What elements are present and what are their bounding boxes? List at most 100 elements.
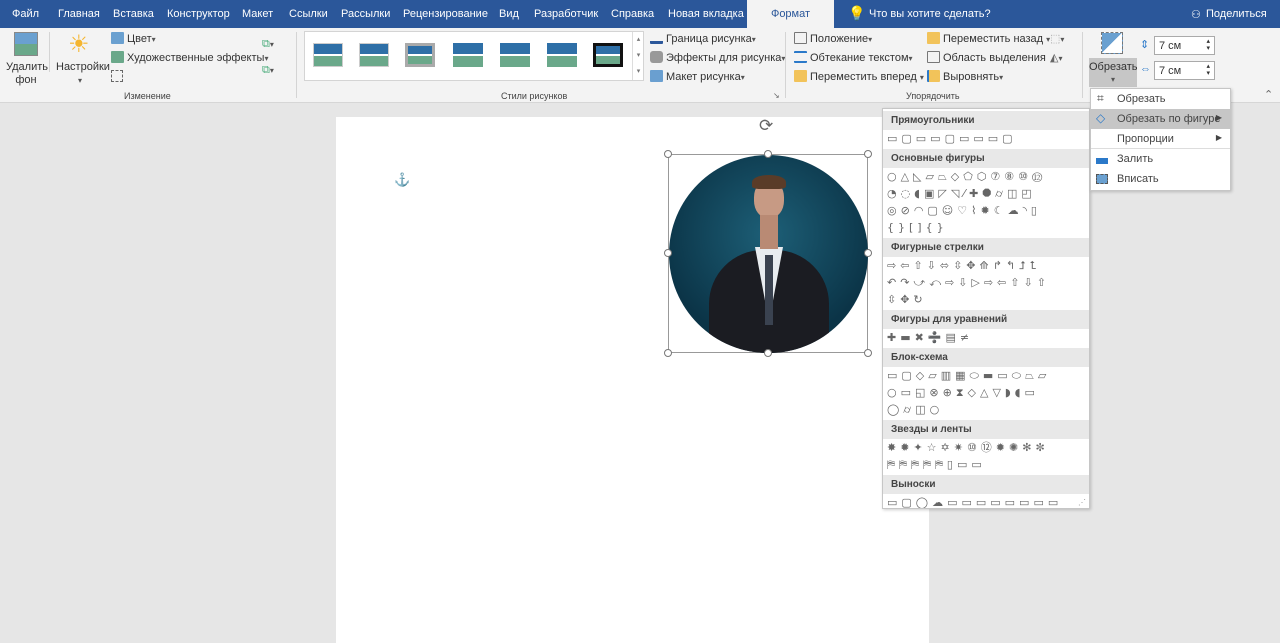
group-label-arrange: Упорядочить [906,91,960,101]
style-thumbnail[interactable] [593,43,623,67]
reset-picture-icon[interactable] [111,70,123,82]
fill-icon [1096,154,1108,164]
gallery-scroll[interactable]: ▴ ▾ ▾ [632,32,644,80]
cropped-circle-photo[interactable] [669,155,868,353]
layout-icon [650,70,663,82]
crop-to-shape-gallery: Прямоугольники ▭▢▭▭▢▭▭▭▢ Основные фигуры ○△… [882,108,1090,509]
bring-forward-icon [794,70,807,82]
style-thumbnail[interactable] [453,43,483,67]
width-icon: ⇔ [1140,63,1151,75]
share-button[interactable]: Поделиться [1206,8,1267,20]
send-backward-button[interactable]: Переместить назад ▾ [927,32,1050,45]
menu-item-aspect-ratio[interactable]: Пропорции ▶ [1091,129,1230,149]
fit-icon [1096,174,1108,184]
tab-11[interactable]: Новая вкладка [668,8,744,20]
tab-format[interactable]: Формат [747,0,834,28]
shape-row[interactable]: ○▭◱⊗⊕⧗◇△▽◗◖▭ [883,384,1089,401]
tab-0[interactable]: Файл [12,8,39,20]
anchor-icon: ⚓ [394,172,411,187]
tab-7[interactable]: Рецензирование [403,8,488,20]
value: 7 см [1159,65,1182,77]
shape-row[interactable]: ⇳✥↻ [883,291,1089,308]
label: Обрезать [1089,61,1138,73]
shape-row[interactable]: ◯⌭◫○ [883,401,1089,418]
remove-background-button[interactable]: Удалить фон [6,61,48,87]
picture-border-button[interactable]: Граница рисунка▾ [650,32,756,45]
shape-row[interactable]: ✚▬✖➗▤≠ [883,329,1089,346]
shape-row[interactable]: ▭▢▭▭▢▭▭▭▢ [883,130,1089,147]
shape-row[interactable]: ⇨⇦⇧⇩⬄⇳✥⟰↱↰⮥⮤ [883,257,1089,274]
sun-icon: ☀ [68,31,90,58]
label: Пропорции [1117,133,1174,145]
color-button[interactable]: Цвет▾ [111,32,156,45]
label: Область выделения [943,52,1046,64]
rotate-handle-icon[interactable]: ⟳ [759,116,773,136]
shape-section-header: Выноски [883,475,1089,494]
tell-me-search[interactable]: Что вы хотите сделать? [869,8,991,20]
shape-row[interactable]: ○△◺▱⏢◇⬠⬡⑦⑧⑩⑫ [883,168,1089,185]
resize-handle[interactable] [664,349,672,357]
tab-5[interactable]: Ссылки [289,8,328,20]
resize-handle[interactable] [664,150,672,158]
resize-handle[interactable] [664,249,672,257]
shape-row[interactable]: ✸✹✦☆✡✷⑩⑫✹✺✻✼ [883,439,1089,456]
rotate-icon[interactable]: ◭▾ [1050,51,1062,64]
align-button[interactable]: Выровнять▾ [927,70,1003,83]
menu-item-fill[interactable]: Залить [1091,149,1230,169]
position-button[interactable]: Положение▾ [794,32,872,45]
bring-forward-button[interactable]: Переместить вперед ▾ [794,70,924,83]
collapse-ribbon-icon[interactable]: ⌃ [1264,88,1273,101]
style-thumbnail[interactable] [405,43,435,67]
selection-pane-icon [927,51,940,63]
resize-handle[interactable] [864,249,872,257]
label: Удалить [6,61,48,73]
shape-row[interactable]: ◎⊘◠▢☺♡⌇✹☾☁◝▯ [883,202,1089,219]
tab-10[interactable]: Справка [611,8,654,20]
shape-row[interactable]: ▭▢◯☁▭▭▭▭▭▭▭▭ [883,494,1089,508]
resize-grip-icon[interactable]: ⋰ [1078,498,1086,507]
height-spinner[interactable]: 7 см ▴ ▾ [1154,36,1215,55]
style-thumbnail[interactable] [359,43,389,67]
shape-row[interactable]: ↶↷⤻⤺⇨⇩▷⇨⇦⇧⇩⇧ [883,274,1089,291]
shape-row[interactable]: ▭▢◇▱▥▦⬭▬▭⬭⏢⏥ [883,367,1089,384]
tab-1[interactable]: Главная [58,8,100,20]
resize-handle[interactable] [764,349,772,357]
shape-row[interactable]: {}[]{} [883,219,1089,236]
tab-4[interactable]: Макет [242,8,273,20]
width-spinner[interactable]: 7 см ▴ ▾ [1154,61,1215,80]
menu-item-crop[interactable]: ⌗ Обрезать [1091,89,1230,109]
artistic-effects-icon [111,51,124,63]
resize-handle[interactable] [864,150,872,158]
resize-handle[interactable] [764,150,772,158]
chevron-right-icon: ▶ [1215,113,1222,122]
group-icon[interactable]: ⬚▾ [1050,32,1064,45]
compress-pictures-icon[interactable]: ⧉▾ [262,38,274,51]
style-thumbnail[interactable] [500,43,530,67]
tab-3[interactable]: Конструктор [167,8,230,20]
label: Обрезать [1117,93,1166,105]
menu-item-fit[interactable]: Вписать [1091,169,1230,189]
picture-effects-button[interactable]: Эффекты для рисунка▾ [650,51,785,64]
menu-item-crop-to-shape[interactable]: ◇ Обрезать по фигуре ▶ [1091,109,1230,129]
pen-icon [650,32,663,44]
tab-2[interactable]: Вставка [113,8,154,20]
corrections-button[interactable]: Настройки [56,61,110,73]
artistic-effects-button[interactable]: Художественные эффекты▾ [111,51,268,64]
label: Макет рисунка [666,71,741,83]
wrap-text-button[interactable]: Обтекание текстом▾ [794,51,913,64]
selection-pane-button[interactable]: Область выделения [927,51,1046,64]
change-picture-icon[interactable]: ⧉▾ [262,64,274,77]
dialog-launcher-icon[interactable]: ↘ [773,91,780,100]
crop-button[interactable]: Обрезать ▾ [1089,58,1138,87]
style-thumbnail[interactable] [313,43,343,67]
resize-handle[interactable] [864,349,872,357]
crop-dropdown-menu: ⌗ Обрезать ◇ Обрезать по фигуре ▶ Пропорции… [1090,88,1231,191]
shape-row[interactable]: ⛿⛿⛿⛿⛿▯▭▭ [883,456,1089,473]
tab-6[interactable]: Рассылки [341,8,390,20]
tab-9[interactable]: Разработчик [534,8,598,20]
style-thumbnail[interactable] [547,43,577,67]
tab-8[interactable]: Вид [499,8,519,20]
shape-row[interactable]: ◔◌◖▣◸◹⁄✚⯃⌭◫◰ [883,185,1089,202]
picture-layout-button[interactable]: Макет рисунка▾ [650,70,745,83]
crop-icon: ⌗ [1097,91,1104,105]
